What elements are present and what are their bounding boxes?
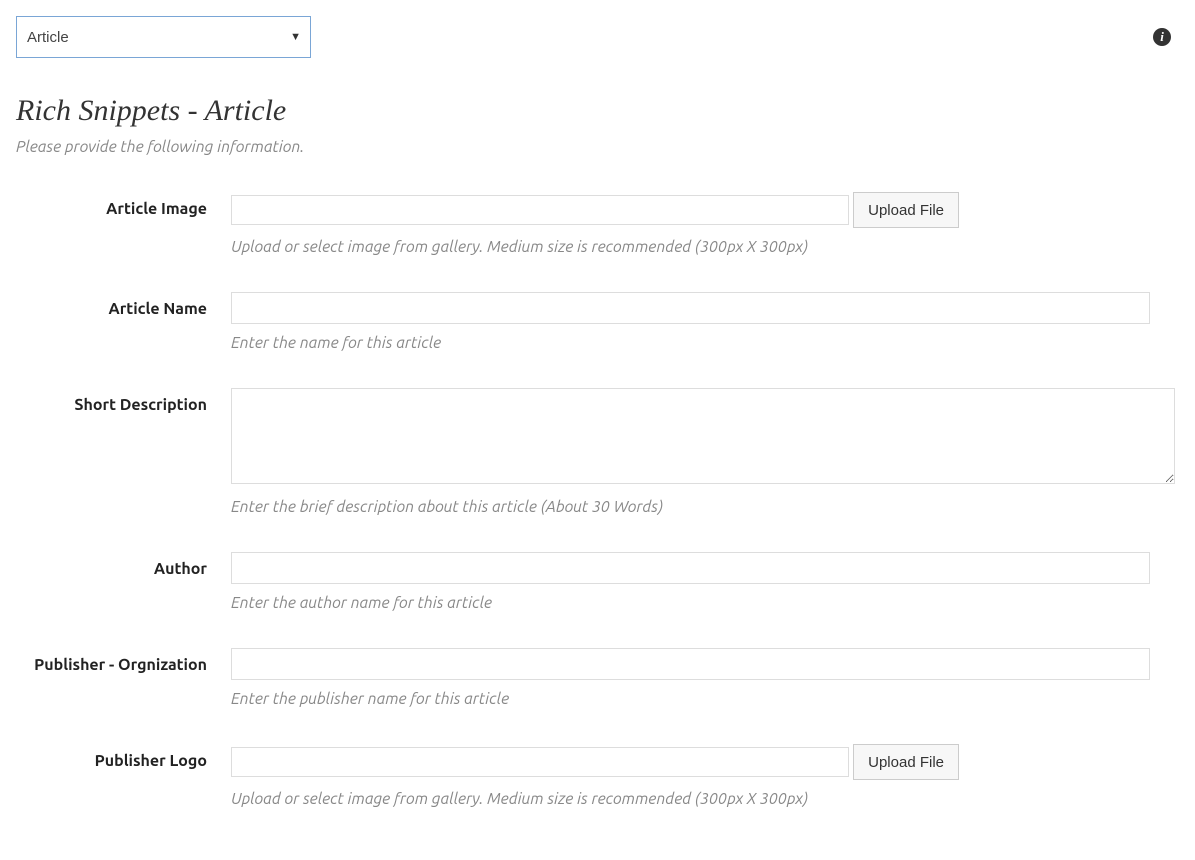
page-title: Rich Snippets - Article [16, 94, 1179, 128]
author-input[interactable] [231, 552, 1150, 584]
row-publisher-org: Publisher - Orgnization Enter the publis… [16, 648, 1179, 708]
row-publisher-logo: Publisher Logo Upload File Upload or sel… [16, 744, 1179, 808]
snippet-type-select[interactable]: Article [16, 16, 311, 58]
hint-short-description: Enter the brief description about this a… [231, 498, 1179, 516]
publisher-org-input[interactable] [231, 648, 1150, 680]
page-subtitle: Please provide the following information… [16, 138, 1179, 156]
label-author: Author [16, 552, 231, 578]
article-image-input[interactable] [231, 195, 849, 225]
publisher-logo-upload-button[interactable]: Upload File [853, 744, 959, 780]
label-publisher-org: Publisher - Orgnization [16, 648, 231, 674]
label-publisher-logo: Publisher Logo [16, 744, 231, 770]
label-article-name: Article Name [16, 292, 231, 318]
row-article-name: Article Name Enter the name for this art… [16, 292, 1179, 352]
publisher-logo-input[interactable] [231, 747, 849, 777]
hint-article-image: Upload or select image from gallery. Med… [231, 238, 959, 256]
hint-article-name: Enter the name for this article [231, 334, 1179, 352]
top-bar: Article ▼ i [16, 16, 1179, 58]
article-name-input[interactable] [231, 292, 1150, 324]
article-image-upload-button[interactable]: Upload File [853, 192, 959, 228]
label-short-description: Short Description [16, 388, 231, 414]
info-icon[interactable]: i [1153, 28, 1171, 46]
hint-publisher-org: Enter the publisher name for this articl… [231, 690, 1179, 708]
row-author: Author Enter the author name for this ar… [16, 552, 1179, 612]
row-short-description: Short Description Enter the brief descri… [16, 388, 1179, 516]
snippet-type-select-wrapper: Article ▼ [16, 16, 311, 58]
row-article-image: Article Image Upload File Upload or sele… [16, 192, 1179, 256]
short-description-input[interactable] [231, 388, 1175, 484]
hint-author: Enter the author name for this article [231, 594, 1179, 612]
hint-publisher-logo: Upload or select image from gallery. Med… [231, 790, 959, 808]
label-article-image: Article Image [16, 192, 231, 218]
